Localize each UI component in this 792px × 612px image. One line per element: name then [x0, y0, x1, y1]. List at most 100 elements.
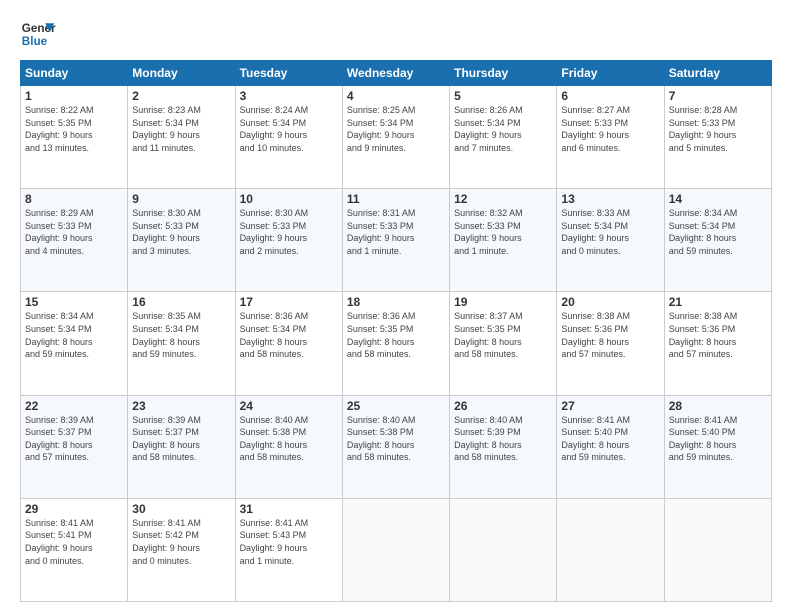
calendar-cell: 15Sunrise: 8:34 AM Sunset: 5:34 PM Dayli… [21, 292, 128, 395]
day-info: Sunrise: 8:24 AM Sunset: 5:34 PM Dayligh… [240, 104, 338, 154]
day-number: 8 [25, 192, 123, 206]
day-number: 7 [669, 89, 767, 103]
calendar-cell: 3Sunrise: 8:24 AM Sunset: 5:34 PM Daylig… [235, 86, 342, 189]
day-info: Sunrise: 8:33 AM Sunset: 5:34 PM Dayligh… [561, 207, 659, 257]
day-info: Sunrise: 8:40 AM Sunset: 5:38 PM Dayligh… [240, 414, 338, 464]
calendar-cell: 24Sunrise: 8:40 AM Sunset: 5:38 PM Dayli… [235, 395, 342, 498]
calendar-week-1: 1Sunrise: 8:22 AM Sunset: 5:35 PM Daylig… [21, 86, 772, 189]
day-info: Sunrise: 8:28 AM Sunset: 5:33 PM Dayligh… [669, 104, 767, 154]
calendar-week-3: 15Sunrise: 8:34 AM Sunset: 5:34 PM Dayli… [21, 292, 772, 395]
day-number: 24 [240, 399, 338, 413]
weekday-header-wednesday: Wednesday [342, 61, 449, 86]
calendar-cell [342, 498, 449, 601]
day-info: Sunrise: 8:41 AM Sunset: 5:43 PM Dayligh… [240, 517, 338, 567]
day-info: Sunrise: 8:34 AM Sunset: 5:34 PM Dayligh… [669, 207, 767, 257]
day-number: 16 [132, 295, 230, 309]
calendar-cell: 14Sunrise: 8:34 AM Sunset: 5:34 PM Dayli… [664, 189, 771, 292]
calendar-cell: 4Sunrise: 8:25 AM Sunset: 5:34 PM Daylig… [342, 86, 449, 189]
day-info: Sunrise: 8:40 AM Sunset: 5:39 PM Dayligh… [454, 414, 552, 464]
calendar-cell: 8Sunrise: 8:29 AM Sunset: 5:33 PM Daylig… [21, 189, 128, 292]
day-number: 17 [240, 295, 338, 309]
day-info: Sunrise: 8:41 AM Sunset: 5:41 PM Dayligh… [25, 517, 123, 567]
calendar-cell: 6Sunrise: 8:27 AM Sunset: 5:33 PM Daylig… [557, 86, 664, 189]
day-number: 9 [132, 192, 230, 206]
day-info: Sunrise: 8:23 AM Sunset: 5:34 PM Dayligh… [132, 104, 230, 154]
weekday-header-monday: Monday [128, 61, 235, 86]
day-number: 3 [240, 89, 338, 103]
day-info: Sunrise: 8:30 AM Sunset: 5:33 PM Dayligh… [240, 207, 338, 257]
logo-icon: General Blue [20, 16, 56, 52]
calendar-week-2: 8Sunrise: 8:29 AM Sunset: 5:33 PM Daylig… [21, 189, 772, 292]
calendar-cell: 29Sunrise: 8:41 AM Sunset: 5:41 PM Dayli… [21, 498, 128, 601]
calendar-body: 1Sunrise: 8:22 AM Sunset: 5:35 PM Daylig… [21, 86, 772, 602]
header: General Blue [20, 16, 772, 52]
day-number: 23 [132, 399, 230, 413]
day-info: Sunrise: 8:27 AM Sunset: 5:33 PM Dayligh… [561, 104, 659, 154]
calendar-week-5: 29Sunrise: 8:41 AM Sunset: 5:41 PM Dayli… [21, 498, 772, 601]
page: General Blue SundayMondayTuesdayWednesda… [0, 0, 792, 612]
day-number: 27 [561, 399, 659, 413]
day-info: Sunrise: 8:35 AM Sunset: 5:34 PM Dayligh… [132, 310, 230, 360]
day-number: 28 [669, 399, 767, 413]
day-info: Sunrise: 8:40 AM Sunset: 5:38 PM Dayligh… [347, 414, 445, 464]
weekday-header-tuesday: Tuesday [235, 61, 342, 86]
day-number: 10 [240, 192, 338, 206]
day-info: Sunrise: 8:39 AM Sunset: 5:37 PM Dayligh… [132, 414, 230, 464]
day-number: 20 [561, 295, 659, 309]
calendar-week-4: 22Sunrise: 8:39 AM Sunset: 5:37 PM Dayli… [21, 395, 772, 498]
calendar-cell: 22Sunrise: 8:39 AM Sunset: 5:37 PM Dayli… [21, 395, 128, 498]
day-info: Sunrise: 8:41 AM Sunset: 5:40 PM Dayligh… [561, 414, 659, 464]
calendar-cell: 11Sunrise: 8:31 AM Sunset: 5:33 PM Dayli… [342, 189, 449, 292]
day-number: 31 [240, 502, 338, 516]
day-number: 19 [454, 295, 552, 309]
calendar-cell [557, 498, 664, 601]
calendar-cell: 17Sunrise: 8:36 AM Sunset: 5:34 PM Dayli… [235, 292, 342, 395]
day-info: Sunrise: 8:37 AM Sunset: 5:35 PM Dayligh… [454, 310, 552, 360]
calendar-cell: 23Sunrise: 8:39 AM Sunset: 5:37 PM Dayli… [128, 395, 235, 498]
calendar-cell [664, 498, 771, 601]
calendar-cell: 9Sunrise: 8:30 AM Sunset: 5:33 PM Daylig… [128, 189, 235, 292]
calendar: SundayMondayTuesdayWednesdayThursdayFrid… [20, 60, 772, 602]
calendar-cell: 1Sunrise: 8:22 AM Sunset: 5:35 PM Daylig… [21, 86, 128, 189]
day-number: 14 [669, 192, 767, 206]
calendar-cell: 5Sunrise: 8:26 AM Sunset: 5:34 PM Daylig… [450, 86, 557, 189]
weekday-header-saturday: Saturday [664, 61, 771, 86]
day-info: Sunrise: 8:36 AM Sunset: 5:35 PM Dayligh… [347, 310, 445, 360]
day-info: Sunrise: 8:39 AM Sunset: 5:37 PM Dayligh… [25, 414, 123, 464]
day-number: 26 [454, 399, 552, 413]
calendar-cell [450, 498, 557, 601]
weekday-header-row: SundayMondayTuesdayWednesdayThursdayFrid… [21, 61, 772, 86]
day-info: Sunrise: 8:34 AM Sunset: 5:34 PM Dayligh… [25, 310, 123, 360]
weekday-header-friday: Friday [557, 61, 664, 86]
calendar-cell: 20Sunrise: 8:38 AM Sunset: 5:36 PM Dayli… [557, 292, 664, 395]
day-number: 4 [347, 89, 445, 103]
svg-text:Blue: Blue [22, 35, 48, 48]
day-number: 22 [25, 399, 123, 413]
logo: General Blue [20, 16, 56, 52]
calendar-cell: 27Sunrise: 8:41 AM Sunset: 5:40 PM Dayli… [557, 395, 664, 498]
calendar-cell: 28Sunrise: 8:41 AM Sunset: 5:40 PM Dayli… [664, 395, 771, 498]
calendar-cell: 31Sunrise: 8:41 AM Sunset: 5:43 PM Dayli… [235, 498, 342, 601]
day-number: 15 [25, 295, 123, 309]
day-info: Sunrise: 8:26 AM Sunset: 5:34 PM Dayligh… [454, 104, 552, 154]
day-info: Sunrise: 8:41 AM Sunset: 5:40 PM Dayligh… [669, 414, 767, 464]
day-number: 6 [561, 89, 659, 103]
weekday-header-sunday: Sunday [21, 61, 128, 86]
calendar-cell: 13Sunrise: 8:33 AM Sunset: 5:34 PM Dayli… [557, 189, 664, 292]
calendar-cell: 7Sunrise: 8:28 AM Sunset: 5:33 PM Daylig… [664, 86, 771, 189]
day-info: Sunrise: 8:41 AM Sunset: 5:42 PM Dayligh… [132, 517, 230, 567]
day-number: 21 [669, 295, 767, 309]
day-info: Sunrise: 8:32 AM Sunset: 5:33 PM Dayligh… [454, 207, 552, 257]
day-number: 11 [347, 192, 445, 206]
day-number: 13 [561, 192, 659, 206]
day-number: 18 [347, 295, 445, 309]
calendar-cell: 25Sunrise: 8:40 AM Sunset: 5:38 PM Dayli… [342, 395, 449, 498]
calendar-cell: 2Sunrise: 8:23 AM Sunset: 5:34 PM Daylig… [128, 86, 235, 189]
calendar-cell: 12Sunrise: 8:32 AM Sunset: 5:33 PM Dayli… [450, 189, 557, 292]
day-number: 5 [454, 89, 552, 103]
day-number: 30 [132, 502, 230, 516]
day-number: 29 [25, 502, 123, 516]
day-info: Sunrise: 8:29 AM Sunset: 5:33 PM Dayligh… [25, 207, 123, 257]
calendar-cell: 30Sunrise: 8:41 AM Sunset: 5:42 PM Dayli… [128, 498, 235, 601]
day-info: Sunrise: 8:38 AM Sunset: 5:36 PM Dayligh… [561, 310, 659, 360]
